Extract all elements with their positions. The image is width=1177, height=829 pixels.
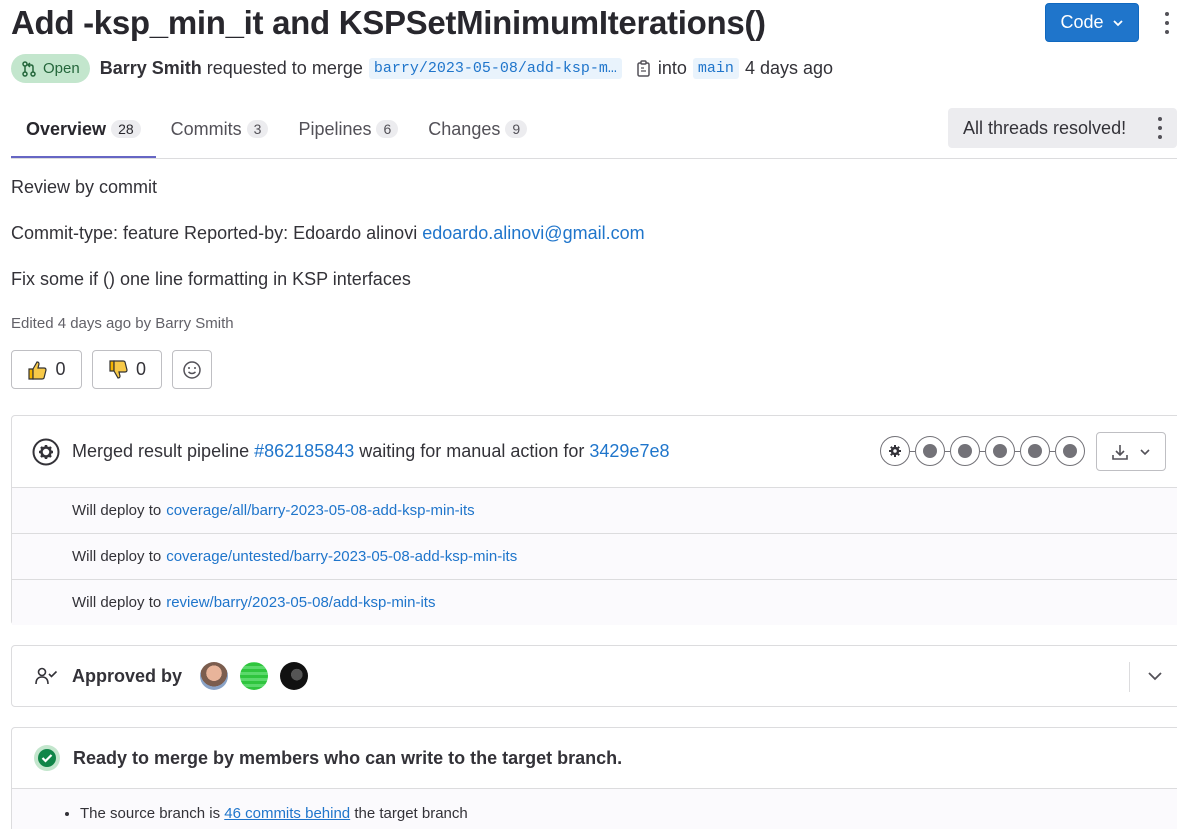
email-link[interactable]: edoardo.alinovi@gmail.com bbox=[422, 223, 644, 243]
threads-resolved-button[interactable]: All threads resolved! bbox=[948, 108, 1177, 148]
smiley-icon bbox=[183, 360, 201, 379]
approver-avatar[interactable] bbox=[240, 662, 269, 690]
merge-status-title: Ready to merge by members who can write … bbox=[73, 747, 623, 768]
list-item: The source branch is 46 commits behind t… bbox=[80, 805, 1177, 822]
thumbs-down-icon bbox=[109, 359, 128, 379]
stage-created-icon[interactable] bbox=[1055, 436, 1085, 466]
pipeline-middle-text: waiting for manual action for bbox=[359, 441, 585, 461]
tab-overview[interactable]: Overview 28 bbox=[11, 100, 156, 159]
tab-label: Commits bbox=[170, 118, 242, 139]
deploy-label: Will deploy to bbox=[72, 502, 162, 519]
description-line: Review by commit bbox=[11, 177, 158, 197]
stage-created-icon[interactable] bbox=[950, 436, 980, 466]
tab-changes[interactable]: Changes 9 bbox=[413, 100, 542, 158]
deployment-link[interactable]: coverage/all/barry-2023-05-08-add-ksp-mi… bbox=[166, 502, 474, 519]
expand-chevron-icon[interactable] bbox=[1145, 666, 1165, 686]
time-ago: 4 days ago bbox=[744, 58, 834, 78]
thumbs-up-count: 0 bbox=[55, 359, 66, 379]
thumbs-down-button[interactable]: 0 bbox=[92, 350, 162, 389]
thumbs-up-button[interactable]: 0 bbox=[11, 350, 82, 389]
approver-avatar[interactable] bbox=[200, 662, 229, 690]
source-branch[interactable]: barry/2023-05-08/add-ksp-m… bbox=[368, 58, 622, 79]
stage-created-icon[interactable] bbox=[985, 436, 1015, 466]
tab-label: Pipelines bbox=[298, 118, 372, 139]
pipeline-id-link[interactable]: #862185843 bbox=[254, 441, 354, 462]
manual-action-status-icon[interactable] bbox=[32, 438, 60, 466]
status-label: Open bbox=[43, 60, 80, 77]
merge-details: The source branch is 46 commits behind t… bbox=[12, 789, 1177, 829]
description-line: Commit-type: feature Reported-by: Edoard… bbox=[11, 223, 645, 244]
code-button-label: Code bbox=[1060, 12, 1104, 32]
threads-more-icon[interactable] bbox=[1158, 117, 1162, 139]
download-artifacts-button[interactable] bbox=[1096, 432, 1166, 471]
tab-pipelines[interactable]: Pipelines 6 bbox=[283, 100, 413, 158]
merge-request-icon bbox=[22, 60, 36, 77]
copy-branch-icon[interactable] bbox=[636, 59, 652, 78]
stage-manual-icon[interactable] bbox=[880, 436, 910, 466]
status-badge: Open bbox=[11, 54, 90, 83]
tab-label: Overview bbox=[26, 118, 107, 139]
stage-created-icon[interactable] bbox=[1020, 436, 1050, 466]
approval-user-check-icon bbox=[35, 667, 58, 685]
description-line: Fix some if () one line formatting in KS… bbox=[11, 269, 411, 289]
code-dropdown-button[interactable]: Code bbox=[1045, 3, 1139, 42]
approvals-widget: Approved by bbox=[11, 645, 1177, 707]
threads-status-label: All threads resolved! bbox=[963, 117, 1127, 138]
download-icon bbox=[1112, 444, 1128, 460]
pipeline-prefix: Merged result pipeline bbox=[72, 441, 250, 461]
add-reaction-button[interactable] bbox=[172, 350, 212, 389]
tab-count: 9 bbox=[505, 120, 528, 138]
thumbs-down-count: 0 bbox=[135, 359, 146, 379]
into-text: into bbox=[657, 58, 687, 78]
edited-note: Edited 4 days ago by Barry Smith bbox=[11, 315, 234, 332]
merge-status-header: Ready to merge by members who can write … bbox=[12, 728, 1177, 789]
tab-count: 28 bbox=[111, 120, 141, 138]
reported-by-text: Commit-type: feature Reported-by: Edoard… bbox=[11, 223, 418, 243]
author-link[interactable]: Barry Smith bbox=[100, 58, 202, 79]
deploy-label: Will deploy to bbox=[72, 594, 162, 611]
deploy-label: Will deploy to bbox=[72, 548, 162, 565]
pipeline-header: Merged result pipeline #862185843 waitin… bbox=[12, 416, 1177, 487]
approved-by-label: Approved by bbox=[72, 665, 183, 686]
pipeline-stages bbox=[880, 436, 1085, 466]
chevron-down-icon bbox=[1112, 19, 1123, 26]
deployment-row: Will deploy to coverage/untested/barry-2… bbox=[12, 533, 1177, 579]
merge-request-tabs: Overview 28 Commits 3 Pipelines 6 Change… bbox=[11, 100, 542, 159]
merge-detail-prefix: The source branch is bbox=[80, 805, 221, 822]
success-check-icon bbox=[33, 744, 61, 772]
approver-avatar[interactable] bbox=[280, 662, 309, 690]
page-title: Add -ksp_min_it and KSPSetMinimumIterati… bbox=[11, 4, 766, 41]
thumbs-up-icon bbox=[28, 360, 48, 380]
merge-widget: Ready to merge by members who can write … bbox=[11, 727, 1177, 829]
stage-created-icon[interactable] bbox=[915, 436, 945, 466]
deployment-row: Will deploy to coverage/all/barry-2023-0… bbox=[12, 487, 1177, 533]
tab-commits[interactable]: Commits 3 bbox=[156, 100, 284, 158]
tab-count: 6 bbox=[376, 120, 399, 138]
more-actions-icon[interactable] bbox=[1158, 10, 1176, 36]
tab-count: 3 bbox=[246, 120, 269, 138]
target-branch[interactable]: main bbox=[692, 58, 739, 79]
commit-sha-link[interactable]: 3429e7e8 bbox=[589, 441, 669, 462]
tabs-divider bbox=[11, 158, 1177, 159]
requested-text: requested to merge bbox=[206, 58, 363, 78]
chevron-down-icon bbox=[1140, 448, 1150, 455]
deployment-link[interactable]: review/barry/2023-05-08/add-ksp-min-its bbox=[166, 594, 435, 611]
merge-detail-suffix: the target branch bbox=[354, 805, 468, 822]
approvals-divider bbox=[1129, 662, 1130, 692]
merge-request-meta: Open Barry Smith requested to merge barr… bbox=[11, 54, 833, 83]
commits-behind-link[interactable]: 46 commits behind bbox=[224, 805, 350, 822]
pipeline-widget: Merged result pipeline #862185843 waitin… bbox=[11, 415, 1177, 625]
deployment-link[interactable]: coverage/untested/barry-2023-05-08-add-k… bbox=[166, 548, 517, 565]
deployment-row: Will deploy to review/barry/2023-05-08/a… bbox=[12, 579, 1177, 625]
tab-label: Changes bbox=[428, 118, 501, 139]
